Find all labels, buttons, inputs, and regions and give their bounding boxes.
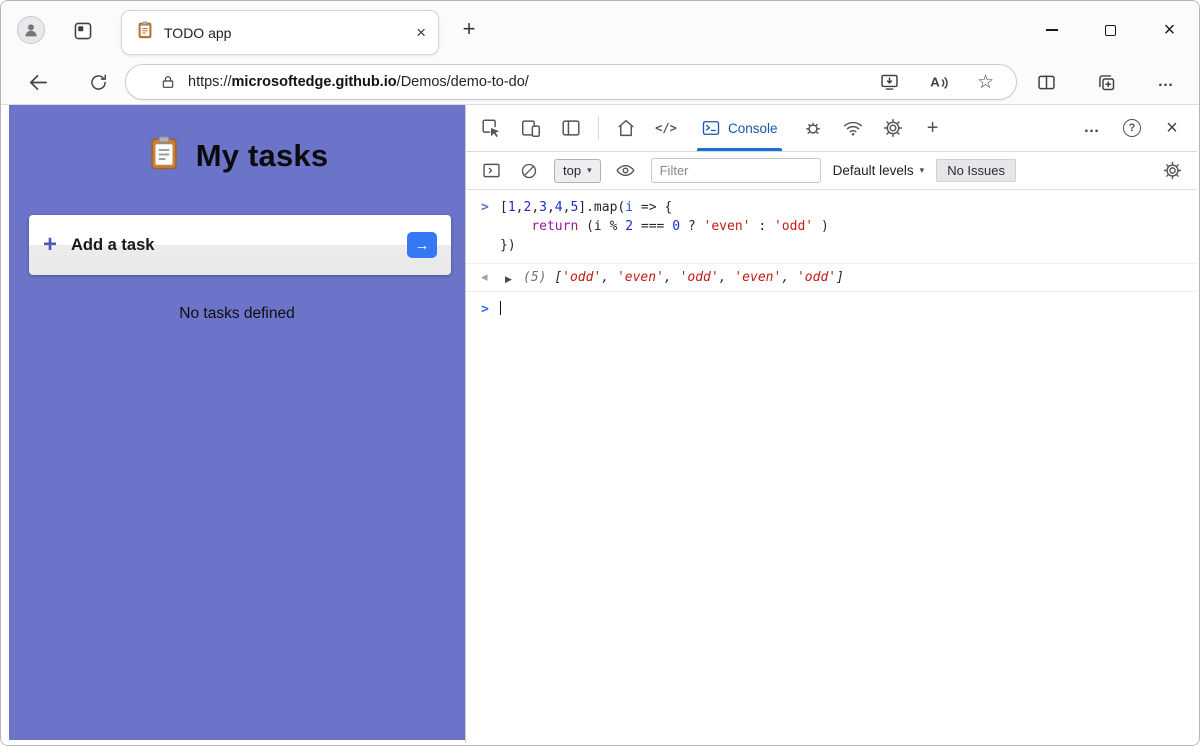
url-scheme: https:// <box>188 74 232 90</box>
empty-state-text: No tasks defined <box>9 305 465 323</box>
help-icon[interactable]: ? <box>1119 115 1145 141</box>
install-app-icon[interactable] <box>879 72 900 93</box>
tab-console[interactable]: Console <box>693 105 786 151</box>
help-question-glyph: ? <box>1123 119 1141 137</box>
profile-avatar[interactable] <box>17 16 45 44</box>
debugger-bug-icon[interactable] <box>800 115 826 141</box>
console-tab-label: Console <box>728 121 778 136</box>
site-info-lock-icon[interactable] <box>160 74 176 90</box>
close-icon: × <box>1164 20 1176 40</box>
clear-console-icon[interactable] <box>516 158 542 184</box>
issues-badge[interactable]: No Issues <box>936 159 1016 182</box>
devtools-tabbar: </> Console + … ? × <box>466 105 1197 152</box>
address-bar[interactable]: https://microsoftedge.github.io/Demos/de… <box>125 64 1017 100</box>
close-window-button[interactable]: × <box>1140 1 1199 59</box>
console-terminal-icon <box>701 118 721 138</box>
url-text: https://microsoftedge.github.io/Demos/de… <box>188 74 529 90</box>
chevron-down-icon: ▾ <box>587 165 592 176</box>
tab-elements-icon[interactable]: </> <box>653 115 679 141</box>
new-tab-button[interactable]: + <box>456 16 482 42</box>
chevron-down-icon: ▾ <box>920 165 925 176</box>
tab-title: TODO app <box>164 25 231 41</box>
prompt-chevron-icon: > <box>481 300 489 319</box>
add-plus-icon: + <box>43 233 57 257</box>
titlebar: TODO app × + × <box>1 1 1199 59</box>
expand-triangle-icon[interactable]: ▶ <box>505 271 512 290</box>
browser-window: TODO app × + × https://microsoftedge.git… <box>0 0 1200 746</box>
person-icon <box>22 21 40 39</box>
add-task-form[interactable]: + Add a task → <box>29 215 451 275</box>
console-settings-gear-icon[interactable] <box>1159 158 1185 184</box>
browser-tab[interactable]: TODO app × <box>121 10 439 55</box>
minimize-button[interactable] <box>1022 1 1081 59</box>
minimize-icon <box>1046 29 1058 30</box>
tab-favicon-icon <box>136 21 154 44</box>
browser-more-icon[interactable]: … <box>1149 65 1183 99</box>
console-code-line: }) <box>500 236 1189 255</box>
back-button[interactable] <box>21 65 55 99</box>
refresh-button[interactable] <box>81 65 115 99</box>
maximize-button[interactable] <box>1081 1 1140 59</box>
network-wifi-icon[interactable] <box>840 115 866 141</box>
device-emulation-icon[interactable] <box>518 115 544 141</box>
command-chevron-icon: > <box>481 198 489 217</box>
devtools-panel: </> Console + … ? × <box>465 105 1197 743</box>
console-result[interactable]: ◂ ▶ (5) ['odd', 'even', 'odd', 'even', '… <box>466 263 1197 292</box>
console-code-line: return (i % 2 === 0 ? 'even' : 'odd' ) <box>500 217 1189 236</box>
devtools-more-icon[interactable]: … <box>1079 115 1105 141</box>
gear-icon[interactable] <box>880 115 906 141</box>
returned-value-arrow-icon: ◂ <box>481 268 488 287</box>
favorites-star-icon[interactable]: ☆ <box>977 73 994 92</box>
window-controls: × <box>1022 1 1199 59</box>
app-title: My tasks <box>196 138 329 174</box>
console-prompt[interactable]: > <box>466 292 1197 323</box>
add-task-label: Add a task <box>71 236 154 255</box>
console-filter-input[interactable] <box>651 158 821 183</box>
console-command: > [1,2,3,4,5].map(i => { return (i % 2 =… <box>466 190 1197 259</box>
log-levels-dropdown[interactable]: Default levels ▾ <box>833 163 925 178</box>
welcome-home-icon[interactable] <box>613 115 639 141</box>
add-task-submit-button[interactable]: → <box>407 232 437 258</box>
read-aloud-icon[interactable]: A <box>928 72 949 93</box>
content-area: My tasks + Add a task → No tasks defined <box>1 105 1199 745</box>
clipboard-icon <box>146 135 182 176</box>
split-screen-icon[interactable] <box>1029 65 1063 99</box>
toolbar-separator <box>598 116 599 140</box>
result-preview: (5) ['odd', 'even', 'odd', 'even', 'odd'… <box>523 268 1189 287</box>
svg-text:A: A <box>930 74 940 89</box>
context-selector-dropdown[interactable]: top ▾ <box>554 159 601 183</box>
console-sidebar-icon[interactable] <box>478 158 504 184</box>
inspect-element-icon[interactable] <box>478 115 504 141</box>
text-cursor <box>500 301 501 315</box>
url-path: /Demos/demo-to-do/ <box>397 74 529 90</box>
maximize-icon <box>1105 25 1116 36</box>
url-host: microsoftedge.github.io <box>232 74 397 90</box>
arrow-right-icon: → <box>415 237 430 254</box>
more-tools-plus-icon[interactable]: + <box>920 115 946 141</box>
todo-app-page: My tasks + Add a task → No tasks defined <box>9 105 465 740</box>
console-toolbar: top ▾ Default levels ▾ No Issues <box>466 152 1197 190</box>
devtools-close-icon[interactable]: × <box>1159 115 1185 141</box>
tab-actions-icon[interactable] <box>71 19 95 43</box>
console-code-line: [1,2,3,4,5].map(i => { <box>500 198 1189 217</box>
live-expression-eye-icon[interactable] <box>613 158 639 184</box>
console-output[interactable]: > [1,2,3,4,5].map(i => { return (i % 2 =… <box>466 190 1197 743</box>
context-selector-value: top <box>563 163 581 178</box>
log-levels-label: Default levels <box>833 163 914 178</box>
app-header: My tasks <box>9 105 465 176</box>
panel-layout-icon[interactable] <box>558 115 584 141</box>
navigation-bar: https://microsoftedge.github.io/Demos/de… <box>1 59 1199 105</box>
tab-close-icon[interactable]: × <box>416 24 426 41</box>
collections-icon[interactable] <box>1089 65 1123 99</box>
